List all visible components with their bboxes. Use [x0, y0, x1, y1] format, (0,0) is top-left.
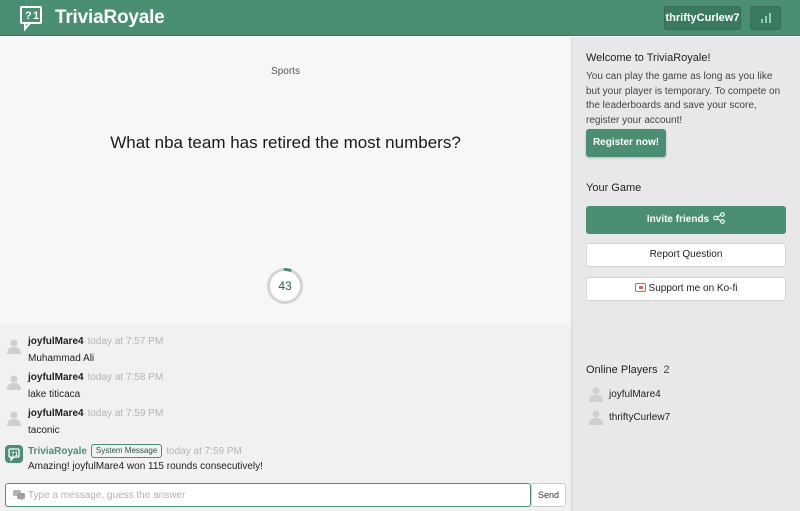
player-list-item[interactable]: thriftyCurlew7	[586, 409, 786, 427]
invite-friends-button[interactable]: Invite friends	[586, 206, 786, 234]
svg-text:?: ?	[25, 10, 32, 22]
chat-text: Muhammad Ali	[28, 353, 95, 364]
online-players-label: Online Players	[586, 364, 658, 376]
bar-chart-icon	[761, 13, 771, 23]
chat-timestamp: today at 7:57 PM	[87, 336, 164, 347]
sidebar: Welcome to TriviaRoyale! You can play th…	[571, 37, 800, 511]
chat-text: Amazing! joyfulMare4 won 115 rounds cons…	[28, 461, 263, 472]
chat-username[interactable]: joyfulMare4	[28, 408, 84, 419]
invite-friends-label: Invite friends	[646, 214, 710, 225]
user-avatar-icon	[7, 339, 21, 354]
online-players-count: 2	[663, 364, 670, 376]
timer-countdown: 43	[278, 279, 292, 293]
register-button[interactable]: Register now!	[586, 129, 666, 157]
logo-icon[interactable]: ? 1	[19, 5, 45, 31]
player-name: thriftyCurlew7	[609, 412, 671, 423]
kofi-cup-icon	[634, 283, 646, 292]
chat-message-input[interactable]	[28, 487, 523, 504]
welcome-text: You can play the game as long as you lik…	[586, 71, 781, 126]
chat-text: taconic	[28, 425, 60, 436]
chat-text: lake titicaca	[28, 389, 81, 400]
chat-bubbles-icon	[13, 490, 25, 501]
share-icon	[713, 212, 725, 224]
question-panel: Sports What nba team has retired the mos…	[0, 37, 571, 325]
chat-panel: joyfulMare4 today at 7:57 PM Muhammad Ali…	[0, 325, 571, 480]
kofi-label: Support me on Ko-fi	[648, 283, 738, 294]
send-button[interactable]: Send	[531, 483, 566, 507]
player-name: joyfulMare4	[609, 389, 661, 400]
system-message-badge: System Message	[90, 444, 163, 458]
user-avatar-icon	[589, 387, 603, 402]
user-menu-button[interactable]: thriftyCurlew7	[664, 6, 741, 30]
user-avatar-icon	[7, 375, 21, 390]
report-question-button[interactable]: Report Question	[586, 243, 786, 267]
chat-timestamp: today at 7:58 PM	[87, 372, 164, 383]
chat-username[interactable]: TriviaRoyale	[28, 446, 87, 457]
system-avatar-icon: ?1	[5, 445, 23, 463]
app-title[interactable]: TriviaRoyale	[55, 7, 165, 29]
kofi-button[interactable]: Support me on Ko-fi	[586, 277, 786, 301]
welcome-title: Welcome to TriviaRoyale!	[586, 52, 711, 64]
question-category: Sports	[271, 66, 300, 77]
question-text: What nba team has retired the most numbe…	[110, 133, 461, 152]
svg-text:1: 1	[33, 10, 39, 22]
chat-username[interactable]: joyfulMare4	[28, 336, 84, 347]
stats-button[interactable]	[750, 6, 781, 30]
user-avatar-icon	[589, 410, 603, 425]
chat-input-bar: Send	[0, 480, 571, 511]
top-nav-bar: ? 1 TriviaRoyale thriftyCurlew7	[0, 0, 800, 36]
your-game-title: Your Game	[586, 182, 642, 194]
svg-text:?1: ?1	[11, 452, 19, 458]
chat-timestamp: today at 7:59 PM	[166, 446, 242, 457]
chat-timestamp: today at 7:59 PM	[87, 408, 164, 419]
chat-input-wrapper[interactable]	[5, 483, 531, 507]
player-list-item[interactable]: joyfulMare4	[586, 386, 786, 404]
user-avatar-icon	[7, 411, 21, 426]
online-players-title: Online Players 2	[586, 364, 670, 376]
chat-username[interactable]: joyfulMare4	[28, 372, 84, 383]
